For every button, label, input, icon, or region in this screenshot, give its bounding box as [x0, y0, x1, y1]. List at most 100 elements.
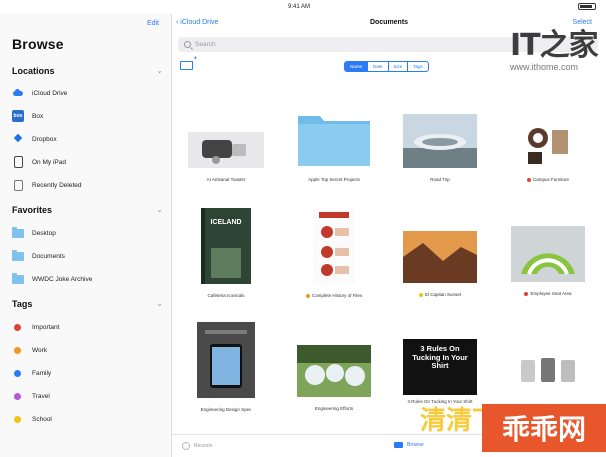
- file-item[interactable]: 3 Rules On Tucking In Your Shirt 3 Rules…: [390, 339, 490, 405]
- chevron-down-icon[interactable]: ⌄: [156, 205, 163, 214]
- sort-option-date[interactable]: Date: [368, 62, 389, 71]
- status-time: 9:41 AM: [288, 4, 311, 10]
- file-item[interactable]: Engineering Design Spec: [176, 322, 276, 413]
- sidebar: Edit Browse Locations ⌄ iCloud Drive box…: [0, 14, 172, 457]
- file-item[interactable]: Complete History of Files: [284, 208, 384, 299]
- tab-label: Recents: [194, 443, 213, 449]
- file-item[interactable]: Engineering Efforts: [284, 345, 384, 412]
- tag-dot-icon: [305, 293, 310, 298]
- tag-dot-icon: [526, 177, 531, 182]
- sidebar-item-desktop[interactable]: Desktop: [12, 225, 162, 241]
- sidebar-item-tag-work[interactable]: Work: [12, 342, 162, 358]
- sidebar-item-documents[interactable]: Documents: [12, 248, 162, 264]
- file-name: Apple Top Secret Projects: [308, 177, 360, 182]
- file-name: Engineering Design Spec: [200, 407, 252, 412]
- seat-area-thumbnail: [511, 226, 585, 282]
- tag-dot-icon: [14, 415, 21, 423]
- shirt-rules-thumbnail: 3 Rules On Tucking In Your Shirt: [403, 339, 477, 395]
- sidebar-item-wwdc-joke-archive[interactable]: WWDC Joke Archive: [12, 271, 162, 287]
- file-name: Employee Seat Area: [498, 291, 598, 297]
- file-item[interactable]: Campus Furniture: [498, 118, 598, 183]
- sidebar-item-on-my-ipad[interactable]: On My iPad: [12, 154, 162, 170]
- file-item[interactable]: ICELAND Cafeteria Iconicals: [176, 208, 276, 299]
- clock-icon: [182, 442, 190, 450]
- toaster-thumbnail: [188, 132, 264, 168]
- tag-dot-icon: [418, 292, 423, 297]
- trash-cans-thumbnail: [521, 358, 575, 382]
- trash-icon: [14, 179, 23, 191]
- sunset-thumbnail: [403, 231, 477, 283]
- file-item[interactable]: Employee Seat Area: [498, 226, 598, 297]
- section-favorites[interactable]: Favorites: [12, 205, 52, 215]
- tag-dot-icon: [524, 291, 529, 296]
- sidebar-item-recently-deleted[interactable]: Recently Deleted: [12, 177, 162, 193]
- tag-dot-icon: [14, 392, 21, 400]
- efforts-thumbnail: [297, 345, 371, 397]
- chevron-down-icon[interactable]: ⌄: [156, 299, 163, 308]
- chevron-down-icon[interactable]: ⌄: [156, 66, 163, 75]
- history-thumbnail: [313, 208, 355, 284]
- sidebar-item-label: Important: [32, 323, 60, 331]
- box-icon: box: [12, 110, 24, 122]
- sidebar-item-label: Work: [32, 346, 48, 354]
- file-name: Road Trip: [430, 177, 450, 182]
- file-name: El Capitan Sunset: [390, 292, 490, 298]
- sidebar-edit-button[interactable]: Edit: [147, 20, 159, 27]
- sort-option-name[interactable]: Name: [345, 62, 369, 71]
- furniture-thumbnail: [518, 118, 578, 168]
- sidebar-item-label: Family: [32, 369, 52, 377]
- folder-icon: [12, 226, 24, 238]
- book-title: ICELAND: [210, 219, 241, 226]
- design-spec-thumbnail: [197, 322, 255, 398]
- watermark-red-badge: 乖乖网: [482, 404, 606, 452]
- file-item[interactable]: El Capitan Sunset: [390, 231, 490, 298]
- sort-option-size[interactable]: Size: [389, 62, 409, 71]
- sidebar-item-label: Box: [32, 112, 44, 120]
- battery-icon: [578, 3, 596, 10]
- sidebar-item-dropbox[interactable]: Dropbox: [12, 131, 162, 147]
- file-name: Complete History of Files: [284, 293, 384, 299]
- icloud-icon: [12, 87, 24, 99]
- sidebar-item-box[interactable]: box Box: [12, 108, 162, 124]
- sort-option-tags[interactable]: Tags: [408, 62, 428, 71]
- sidebar-item-label: Travel: [32, 392, 50, 400]
- road-trip-thumbnail: [403, 114, 477, 168]
- section-tags[interactable]: Tags: [12, 299, 32, 309]
- file-item[interactable]: Road Trip: [390, 114, 490, 183]
- folder-icon: [12, 249, 24, 261]
- watermark-bottom: 清清下载网 乖乖网: [400, 400, 606, 457]
- sidebar-item-icloud-drive[interactable]: iCloud Drive: [12, 85, 162, 101]
- folder-icon: [12, 272, 24, 284]
- search-placeholder: Search: [195, 41, 216, 48]
- status-bar: 9:41 AM: [0, 0, 606, 14]
- sidebar-item-label: Desktop: [32, 229, 56, 237]
- search-icon: [184, 41, 191, 48]
- sidebar-item-label: Documents: [32, 252, 65, 260]
- file-item[interactable]: AI Artisanal Toaster: [176, 132, 276, 183]
- file-name: Cafeteria Iconicals: [207, 293, 245, 298]
- documents-panel: ‹ iCloud Drive Documents Select Search N…: [172, 14, 606, 457]
- sidebar-item-label: Recently Deleted: [32, 181, 82, 189]
- sidebar-item-tag-school[interactable]: School: [12, 411, 162, 427]
- book-thumbnail: ICELAND: [201, 208, 251, 284]
- section-locations[interactable]: Locations: [12, 66, 55, 76]
- sidebar-item-label: iCloud Drive: [32, 89, 68, 97]
- watermark-logo: IT之家: [510, 28, 599, 63]
- sidebar-title: Browse: [12, 36, 64, 52]
- sidebar-item-tag-important[interactable]: Important: [12, 319, 162, 335]
- ipad-icon: [14, 156, 23, 168]
- sidebar-item-tag-travel[interactable]: Travel: [12, 388, 162, 404]
- sidebar-item-label: School: [32, 415, 52, 423]
- folder-item[interactable]: Apple Top Secret Projects: [284, 110, 384, 183]
- file-item[interactable]: [498, 356, 598, 395]
- file-name: Engineering Efforts: [314, 406, 354, 411]
- tab-recents[interactable]: Recents: [182, 442, 212, 450]
- folder-icon: [298, 116, 370, 166]
- file-name: Campus Furniture: [498, 177, 598, 183]
- file-name: AI Artisanal Toaster: [206, 177, 246, 182]
- tag-dot-icon: [14, 346, 21, 354]
- sidebar-item-label: On My iPad: [32, 158, 66, 166]
- sidebar-item-tag-family[interactable]: Family: [12, 365, 162, 381]
- new-folder-icon[interactable]: [180, 56, 197, 70]
- sort-segmented-control: Name Date Size Tags: [344, 61, 429, 72]
